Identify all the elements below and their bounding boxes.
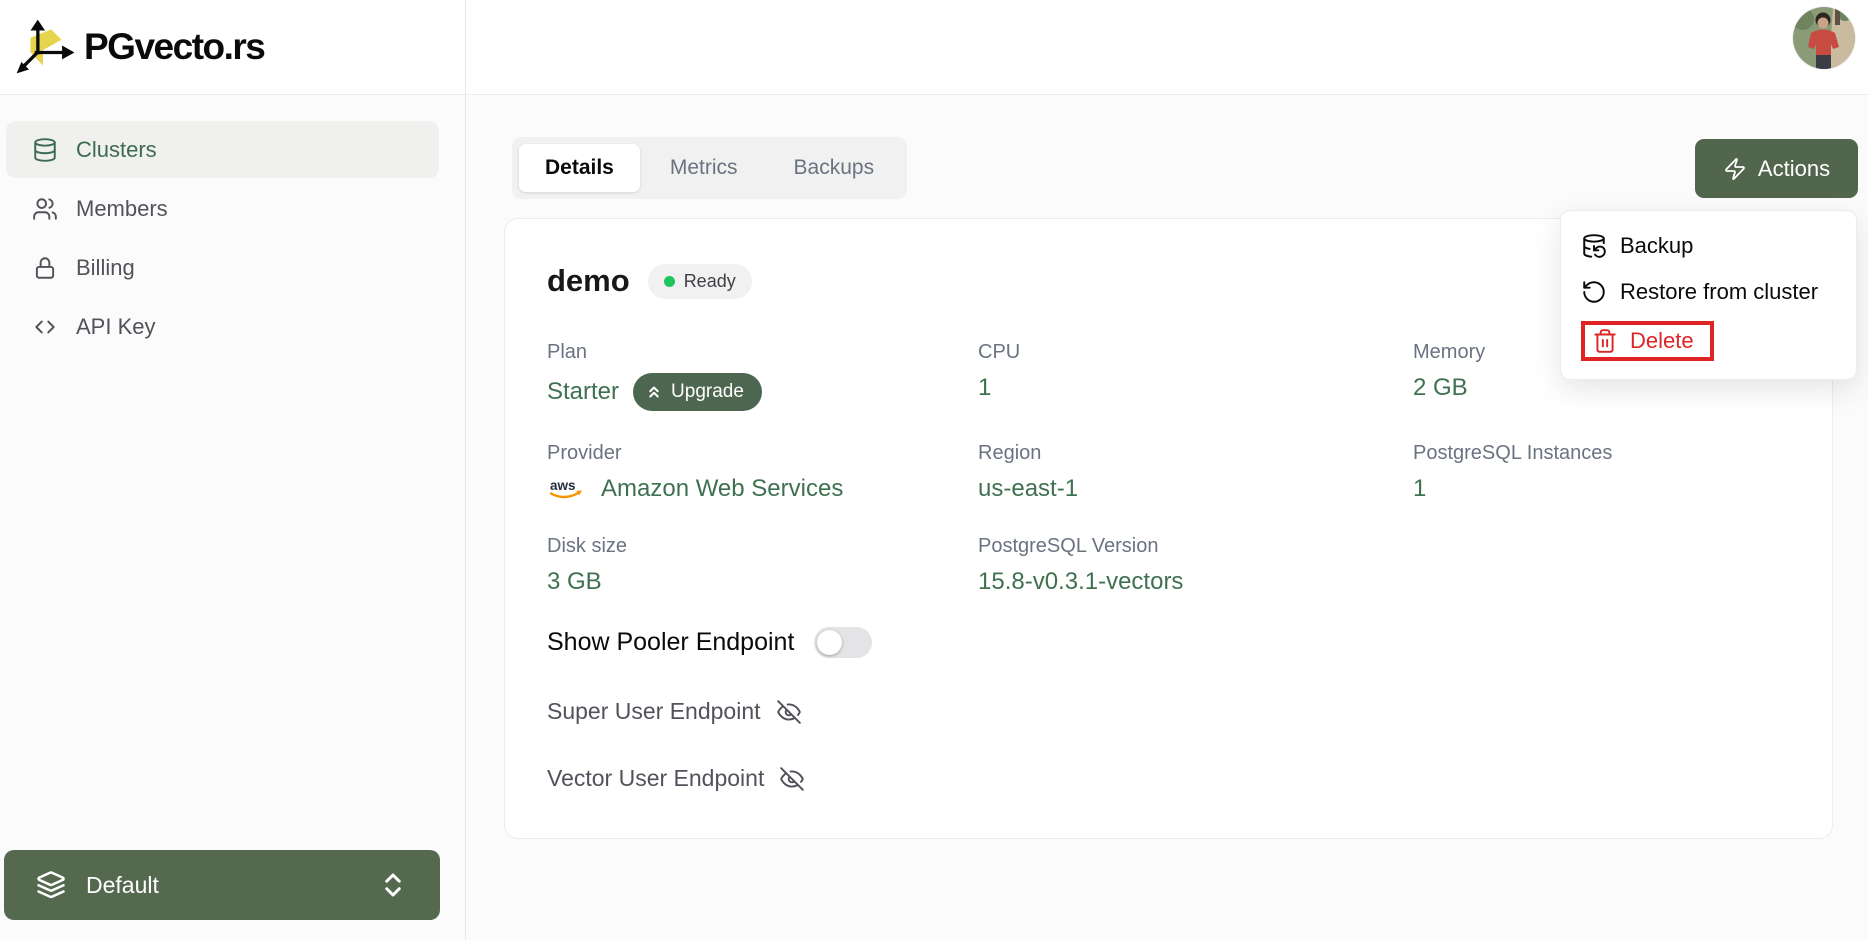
users-icon [33,197,57,220]
actions-button[interactable]: Actions [1695,139,1858,198]
sidebar-item-billing[interactable]: Billing [6,239,439,296]
tab-details[interactable]: Details [519,144,640,192]
field-postgresql-instances: PostgreSQL Instances 1 [1413,442,1790,504]
svg-text:aws: aws [550,478,576,493]
lock-icon [35,256,55,279]
vector-user-endpoint-row: Vector User Endpoint [547,765,1790,792]
tabbar: Details Metrics Backups [512,137,908,199]
org-switcher-label: Default [86,871,159,898]
toggle-knob [817,630,843,655]
actions-menu: Backup Restore from cluster Delete [1560,210,1857,380]
delete-highlight-box: Delete [1581,321,1714,361]
menu-item-restore[interactable]: Restore from cluster [1561,269,1856,315]
menu-item-backup[interactable]: Backup [1561,223,1856,269]
zap-icon [1725,157,1745,180]
field-label: CPU [978,341,1021,363]
field-value: 15.8-v0.3.1-vectors [978,568,1184,595]
brand: PGvecto.rs [0,0,465,95]
field-postgresql-version: PostgreSQL Version 15.8-v0.3.1-vectors [978,535,1413,597]
trash-icon [1594,329,1616,353]
sidebar-item-api-key[interactable]: API Key [6,298,439,355]
status-dot-icon [663,275,675,287]
sidebar-item-label: API Key [76,313,156,339]
app: PGvecto.rs Clusters Members Billing API … [0,0,1868,940]
pooler-toggle-row: Show Pooler Endpoint [547,627,1790,658]
menu-item-delete[interactable]: Delete [1561,315,1856,367]
brand-logo-icon [16,19,75,74]
pooler-toggle-label: Show Pooler Endpoint [547,628,795,656]
tab-backups[interactable]: Backups [768,144,901,192]
field-disk-size: Disk size 3 GB [547,535,978,597]
field-value: 3 GB [547,568,602,595]
sidebar: PGvecto.rs Clusters Members Billing API … [0,0,466,940]
super-user-endpoint-row: Super User Endpoint [547,698,1790,725]
field-label: PostgreSQL Instances [1413,442,1613,464]
user-avatar[interactable] [1793,7,1855,69]
menu-item-label: Delete [1630,328,1694,353]
content: Details Metrics Backups Actions Backup R… [466,95,1868,940]
upgrade-button[interactable]: Upgrade [633,373,762,411]
field-value: Amazon Web Services [601,475,844,502]
sidebar-item-label: Clusters [76,136,157,162]
endpoint-label: Super User Endpoint [547,698,761,724]
menu-item-label: Backup [1620,233,1694,258]
field-label: Provider [547,442,622,464]
aws-logo-icon: aws [549,478,582,498]
database-icon [34,137,56,162]
layers-icon [37,871,65,899]
eye-off-icon[interactable] [776,699,802,725]
field-cpu: CPU 1 [978,341,1413,411]
chevrons-up-icon [649,386,659,398]
code-icon [35,320,55,333]
field-plan: Plan Starter Upgrade [547,341,978,411]
org-switcher[interactable]: Default [4,850,440,920]
sidebar-menu: Clusters Members Billing API Key [0,95,465,355]
upgrade-button-label: Upgrade [671,381,744,402]
avatar-photo [1793,7,1855,69]
field-label: Disk size [547,535,628,557]
sidebar-item-clusters[interactable]: Clusters [6,121,439,178]
field-provider: Provider aws Amazon Web Services [547,442,978,504]
actions-button-label: Actions [1757,155,1831,181]
tab-metrics[interactable]: Metrics [644,144,764,192]
chevrons-up-down-icon [385,873,401,897]
sidebar-item-label: Billing [76,254,135,280]
field-value: us-east-1 [978,475,1079,502]
field-empty [1413,535,1790,597]
topbar [466,0,1868,95]
cluster-name: demo [547,263,630,298]
sidebar-item-label: Members [76,195,168,221]
status-badge: Ready [647,263,752,299]
field-value: 1 [978,374,992,401]
pooler-toggle[interactable] [814,627,873,658]
rotate-ccw-icon [1583,281,1605,303]
sidebar-item-members[interactable]: Members [6,180,439,237]
menu-item-label: Restore from cluster [1620,279,1819,304]
endpoint-label: Vector User Endpoint [547,765,765,791]
field-label: PostgreSQL Version [978,535,1159,557]
brand-name: PGvecto.rs [84,26,266,67]
field-label: Region [978,442,1042,464]
database-backup-icon [1583,234,1606,258]
field-value: 1 [1413,475,1427,502]
field-value: Starter [547,378,620,405]
eye-off-icon[interactable] [779,766,805,792]
field-label: Plan [547,341,588,363]
field-region: Region us-east-1 [978,442,1413,504]
main: Details Metrics Backups Actions Backup R… [466,0,1868,940]
status-label: Ready [683,270,736,291]
